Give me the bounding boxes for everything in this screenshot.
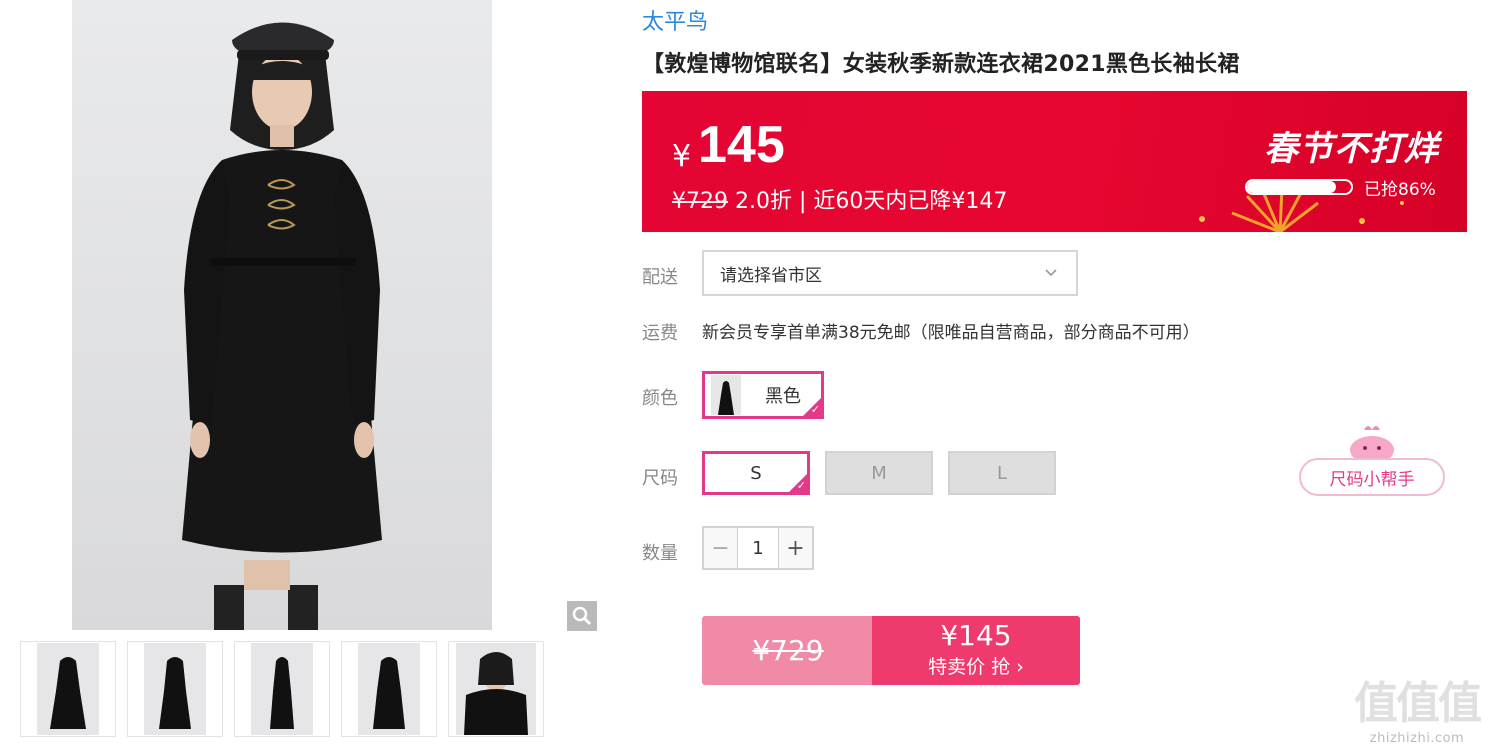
- quantity-input[interactable]: [737, 528, 779, 568]
- promo-text: 春节不打烊: [1264, 129, 1439, 169]
- region-select[interactable]: 请选择省市区: [702, 250, 1078, 296]
- size-option-l[interactable]: L: [948, 451, 1056, 495]
- quantity-increase-button[interactable]: +: [779, 528, 812, 568]
- quantity-label: 数量: [642, 543, 678, 564]
- thumbnail-strip: [20, 641, 544, 737]
- model-figure: [182, 22, 382, 630]
- quantity-decrease-button[interactable]: −: [704, 528, 737, 568]
- original-price-button[interactable]: ¥729: [702, 616, 874, 685]
- price-subline: ¥729 2.0折 | 近60天内已降¥147: [672, 183, 1007, 215]
- site-watermark: 值值值 zhizhizhi.com: [1354, 667, 1482, 746]
- price-banner: ¥ 145 ¥729 2.0折 | 近60天内已降¥147 春节不打烊 已抢86…: [642, 91, 1467, 232]
- price-currency: ¥: [672, 139, 692, 174]
- thumbnail-3[interactable]: [234, 641, 330, 737]
- buy-now-button[interactable]: ¥145 特卖价 抢 ›: [872, 616, 1080, 685]
- size-option-label: L: [996, 462, 1008, 484]
- buy-now-label: 特卖价 抢 ›: [928, 656, 1024, 678]
- shipping-label: 运费: [642, 323, 678, 344]
- size-helper-button[interactable]: 尺码小帮手: [1299, 458, 1445, 496]
- region-select-placeholder: 请选择省市区: [720, 265, 822, 286]
- original-price: ¥729: [672, 189, 728, 214]
- watermark-logo: 值值值: [1354, 678, 1482, 729]
- product-title: 【敦煌博物馆联名】女装秋季新款连衣裙2021黑色长袖长裙: [642, 52, 1240, 77]
- size-option-label: S: [750, 462, 762, 484]
- size-label: 尺码: [642, 468, 678, 489]
- delivery-label: 配送: [642, 267, 678, 288]
- thumbnail-4[interactable]: [341, 641, 437, 737]
- thumbnail-5[interactable]: [448, 641, 544, 737]
- color-option-black[interactable]: 黑色 ✓: [702, 371, 824, 419]
- buy-now-price: ¥145: [940, 619, 1012, 652]
- current-price: 145: [698, 116, 785, 174]
- discount-text: 2.0折 | 近60天内已降¥147: [735, 189, 1008, 214]
- color-thumbnail: [711, 375, 741, 415]
- size-option-label: M: [871, 462, 887, 484]
- brand-link[interactable]: 太平鸟: [642, 4, 708, 36]
- main-product-image[interactable]: [72, 0, 492, 630]
- thumbnail-2[interactable]: [127, 641, 223, 737]
- watermark-url: zhizhizhi.com: [1369, 731, 1465, 746]
- size-option-s[interactable]: S ✓: [702, 451, 810, 495]
- magnifier-icon[interactable]: [567, 601, 597, 631]
- thumbnail-1[interactable]: [20, 641, 116, 737]
- size-option-m[interactable]: M: [825, 451, 933, 495]
- color-option-label: 黑色: [765, 386, 801, 407]
- shipping-text: 新会员专享首单满38元免邮（限唯品自营商品，部分商品不可用）: [702, 323, 1200, 343]
- grab-progress-bar: [1245, 179, 1353, 195]
- grabbed-text: 已抢86%: [1364, 180, 1436, 200]
- check-icon: ✓: [796, 479, 806, 492]
- quantity-stepper: − +: [702, 526, 814, 570]
- chevron-down-icon: [1044, 264, 1058, 284]
- grab-progress-fill: [1247, 181, 1337, 193]
- check-icon: ✓: [810, 403, 820, 416]
- color-label: 颜色: [642, 388, 678, 409]
